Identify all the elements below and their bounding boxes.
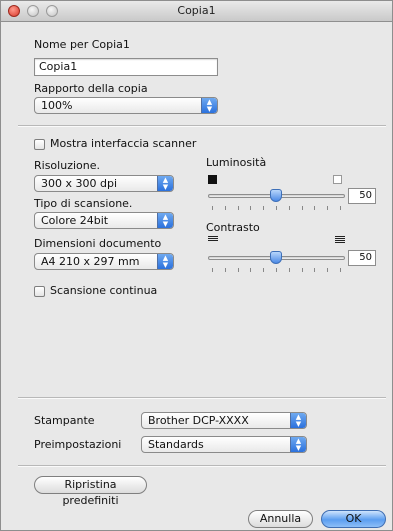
brightness-value-field[interactable]: 50 [348, 188, 376, 204]
low-contrast-icon [208, 236, 218, 245]
high-contrast-icon [335, 236, 345, 245]
restore-defaults-button[interactable]: Ripristina predefiniti [34, 476, 147, 507]
slider-tick [237, 268, 239, 272]
popup-arrows-icon: ▲ ▼ [157, 176, 173, 191]
slider-tick [237, 206, 239, 210]
show-scanner-interface-checkbox[interactable] [34, 139, 45, 150]
name-field[interactable]: Copia1 [34, 58, 218, 76]
slider-tick [327, 206, 329, 210]
brightness-label: Luminosità [206, 156, 267, 169]
popup-arrows-icon: ▲ ▼ [290, 413, 306, 428]
slider-tick [340, 206, 341, 210]
separator-top [18, 125, 386, 127]
printer-popup[interactable]: Brother DCP-XXXX ▲ ▼ [141, 412, 307, 429]
presets-popup[interactable]: Standards ▲ ▼ [141, 436, 307, 453]
separator-bottom [18, 465, 386, 467]
slider-tick [263, 206, 265, 210]
copy-ratio-value: 100% [41, 99, 73, 112]
copy-settings-window: Copia1 Nome per Copia1 Copia1 Rapporto d… [0, 0, 393, 531]
contrast-value-field[interactable]: 50 [348, 250, 376, 266]
slider-tick [250, 206, 252, 210]
slider-tick [288, 206, 290, 210]
presets-value: Standards [148, 438, 204, 451]
document-size-label: Dimensioni documento [34, 237, 162, 250]
slider-tick [212, 268, 213, 272]
slider-tick [340, 268, 341, 272]
contrast-label: Contrasto [206, 221, 260, 234]
document-size-popup[interactable]: A4 210 x 297 mm ▲ ▼ [34, 253, 174, 270]
scan-type-label: Tipo di scansione. [34, 197, 133, 210]
resolution-popup[interactable]: 300 x 300 dpi ▲ ▼ [34, 175, 174, 192]
popup-arrows-icon: ▲ ▼ [157, 254, 173, 269]
ok-button[interactable]: OK [321, 510, 386, 528]
popup-arrows-icon: ▲ ▼ [201, 98, 217, 113]
light-swatch-icon [333, 175, 342, 184]
slider-tick [224, 268, 226, 272]
slider-tick [327, 268, 329, 272]
dark-swatch-icon [208, 175, 217, 184]
slider-tick [276, 206, 277, 210]
slider-tick [301, 268, 303, 272]
scan-type-popup[interactable]: Colore 24bit ▲ ▼ [34, 212, 174, 229]
slider-tick [276, 268, 277, 272]
popup-arrows-icon: ▲ ▼ [290, 437, 306, 452]
brightness-slider-knob[interactable] [270, 189, 282, 202]
cancel-button[interactable]: Annulla [248, 510, 313, 528]
resolution-label: Risoluzione. [34, 159, 100, 172]
separator-middle [18, 397, 386, 399]
show-scanner-interface-label[interactable]: Mostra interfaccia scanner [50, 137, 196, 150]
document-size-value: A4 210 x 297 mm [41, 255, 140, 268]
name-label: Nome per Copia1 [34, 38, 130, 51]
window-title: Copia1 [177, 4, 216, 17]
slider-tick [263, 268, 265, 272]
copy-ratio-label: Rapporto della copia [34, 82, 148, 95]
continuous-scan-checkbox[interactable] [34, 286, 45, 297]
slider-tick [212, 206, 213, 210]
continuous-scan-label[interactable]: Scansione continua [50, 284, 157, 297]
printer-value: Brother DCP-XXXX [148, 414, 249, 427]
scan-type-value: Colore 24bit [41, 214, 109, 227]
slider-tick [314, 268, 316, 272]
title-bar[interactable]: Copia1 [1, 1, 392, 22]
slider-tick [301, 206, 303, 210]
printer-label: Stampante [34, 414, 95, 427]
slider-tick [314, 206, 316, 210]
slider-tick [288, 268, 290, 272]
contrast-slider-knob[interactable] [270, 251, 282, 264]
slider-tick [224, 206, 226, 210]
popup-arrows-icon: ▲ ▼ [157, 213, 173, 228]
presets-label: Preimpostazioni [34, 438, 122, 451]
resolution-value: 300 x 300 dpi [41, 177, 118, 190]
slider-tick [250, 268, 252, 272]
copy-ratio-popup[interactable]: 100% ▲ ▼ [34, 97, 218, 114]
